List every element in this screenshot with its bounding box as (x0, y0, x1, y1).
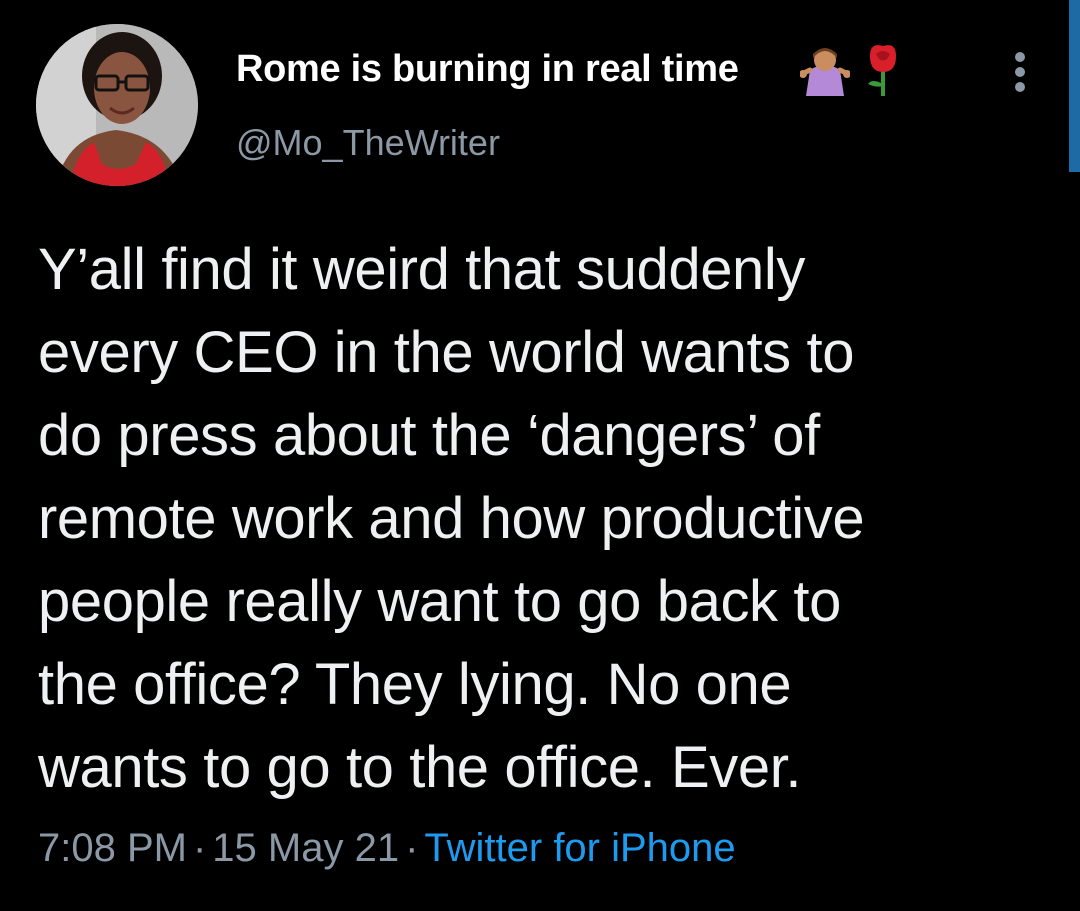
tweet-text-line: people really want to go back to (38, 569, 841, 634)
tweet: Rome is burning in real time @Mo_TheWrit… (0, 0, 1080, 911)
display-name[interactable]: Rome is burning in real time (236, 48, 739, 91)
tweet-text: Y’all find it weird that suddenly every … (38, 228, 1048, 809)
tweet-text-line: wants to go to the office. Ever. (38, 735, 802, 800)
tweet-source-link[interactable]: Twitter for iPhone (424, 826, 735, 870)
person-shrugging-icon (800, 48, 850, 96)
rose-icon (868, 45, 896, 96)
tweet-meta: 7:08 PM · 15 May 21 · Twitter for iPhone (38, 826, 736, 871)
meta-separator: · (192, 826, 207, 870)
tweet-text-line: remote work and how productive (38, 486, 865, 551)
tweet-text-line: do press about the ‘dangers’ of (38, 403, 820, 468)
tweet-text-line: the office? They lying. No one (38, 652, 792, 717)
tweet-time[interactable]: 7:08 PM (38, 826, 187, 870)
more-dot-icon (1015, 82, 1025, 92)
tweet-text-line: Y’all find it weird that suddenly (38, 237, 805, 302)
tweet-text-line: every CEO in the world wants to (38, 320, 855, 385)
user-handle[interactable]: @Mo_TheWriter (236, 122, 500, 164)
meta-separator: · (405, 826, 419, 870)
more-dot-icon (1015, 52, 1025, 62)
tweet-date[interactable]: 15 May 21 (212, 826, 399, 870)
scrollbar[interactable] (1069, 0, 1080, 172)
avatar-photo (36, 24, 198, 186)
more-options-button[interactable] (1004, 50, 1036, 94)
avatar[interactable] (36, 24, 198, 186)
more-dot-icon (1015, 67, 1025, 77)
